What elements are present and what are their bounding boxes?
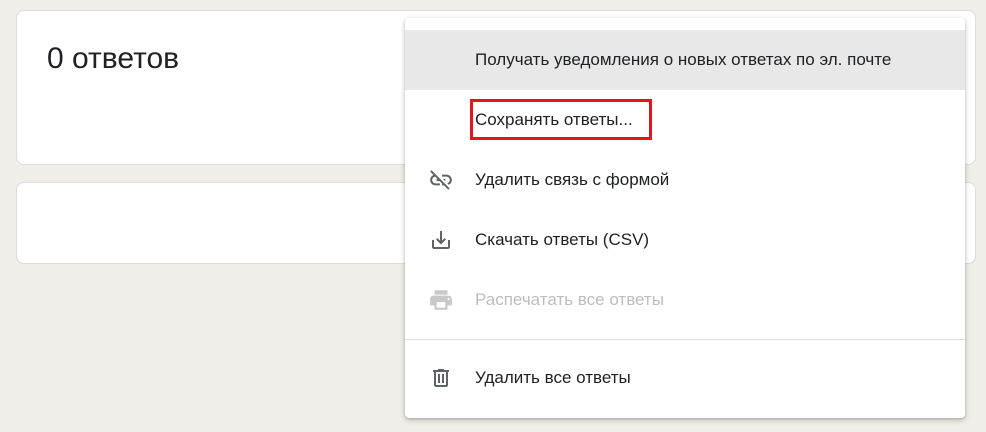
menu-item-download-csv[interactable]: Скачать ответы (CSV) [405, 210, 965, 270]
responses-options-menu: Получать уведомления о новых ответах по … [405, 18, 965, 418]
menu-item-label: Получать уведомления о новых ответах по … [475, 50, 892, 69]
download-icon [427, 226, 455, 254]
menu-item-label: Сохранять ответы... [475, 110, 633, 129]
trash-icon [427, 364, 455, 392]
menu-item-label: Удалить все ответы [475, 368, 631, 387]
print-icon [427, 286, 455, 314]
menu-item-unlink-form[interactable]: Удалить связь с формой [405, 150, 965, 210]
menu-item-label: Распечатать все ответы [475, 290, 664, 309]
menu-item-label: Скачать ответы (CSV) [475, 230, 650, 249]
menu-divider [405, 339, 965, 340]
menu-item-save-responses[interactable]: Сохранять ответы... [405, 90, 965, 150]
response-count-heading: 0 ответов [47, 42, 180, 75]
menu-item-print-all: Распечатать все ответы [405, 270, 965, 330]
menu-item-delete-all[interactable]: Удалить все ответы [405, 348, 965, 408]
link-off-icon [427, 166, 455, 194]
menu-item-label: Удалить связь с формой [475, 170, 670, 189]
menu-item-email-notifications[interactable]: Получать уведомления о новых ответах по … [405, 30, 965, 90]
